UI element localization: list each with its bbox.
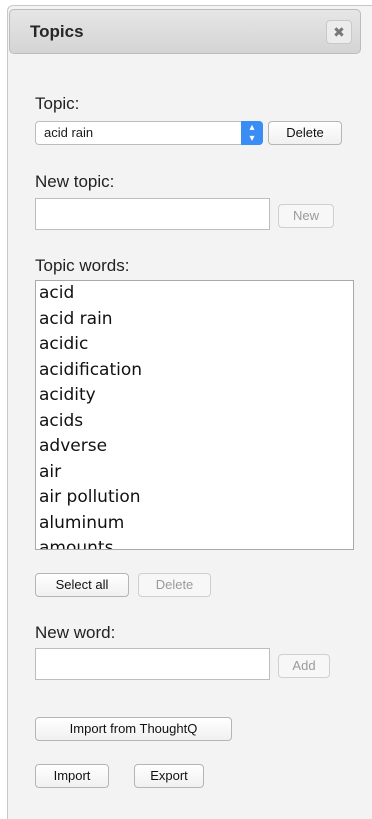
topic-select[interactable]: acid rain ▴ ▾	[35, 121, 263, 145]
new-word-input[interactable]	[35, 648, 270, 680]
list-item[interactable]: acidification	[36, 358, 353, 384]
new-word-label: New word:	[35, 623, 116, 642]
new-topic-label: New topic:	[35, 172, 115, 191]
select-all-button[interactable]: Select all	[35, 573, 129, 597]
list-item[interactable]: adverse	[36, 434, 353, 460]
new-topic-button[interactable]: New	[278, 204, 334, 228]
list-item[interactable]: acid	[36, 281, 353, 307]
export-button[interactable]: Export	[134, 764, 204, 788]
panel-header: Topics ✖	[9, 9, 361, 54]
list-item[interactable]: acid rain	[36, 307, 353, 333]
topic-select-value: acid rain	[44, 125, 94, 140]
close-icon: ✖	[333, 24, 345, 40]
new-topic-input[interactable]	[35, 198, 270, 230]
topic-label: Topic:	[35, 94, 80, 113]
add-word-button[interactable]: Add	[278, 654, 330, 678]
close-button[interactable]: ✖	[326, 20, 352, 44]
delete-topic-button[interactable]: Delete	[268, 121, 342, 145]
list-item[interactable]: aluminum	[36, 511, 353, 537]
list-item[interactable]: acids	[36, 409, 353, 435]
list-item[interactable]: air pollution	[36, 485, 353, 511]
list-item[interactable]: acidity	[36, 383, 353, 409]
chevron-updown-icon: ▴ ▾	[241, 121, 263, 145]
list-item[interactable]: amounts	[36, 536, 353, 549]
list-item[interactable]: air	[36, 460, 353, 486]
topic-words-label: Topic words:	[35, 256, 130, 275]
topic-words-list[interactable]: acid acid rain acidic acidification acid…	[35, 280, 354, 550]
list-item[interactable]: acidic	[36, 332, 353, 358]
import-button[interactable]: Import	[35, 764, 109, 788]
import-from-thoughtq-button[interactable]: Import from ThoughtQ	[35, 717, 232, 741]
panel-title: Topics	[30, 22, 84, 41]
delete-words-button[interactable]: Delete	[138, 573, 211, 597]
